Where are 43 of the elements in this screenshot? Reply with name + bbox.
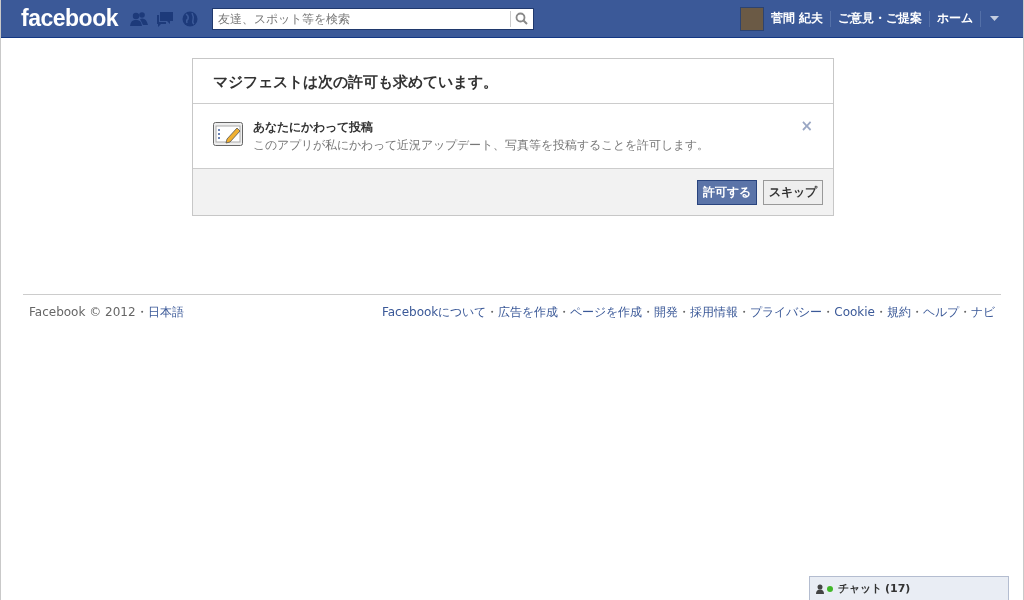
separator: ・ — [822, 305, 835, 319]
separator: ・ — [558, 305, 571, 319]
separator: ・ — [738, 305, 751, 319]
footer-link[interactable]: ヘルプ — [923, 305, 959, 319]
footer-link[interactable]: 採用情報 — [690, 305, 739, 319]
separator: ・ — [486, 305, 499, 319]
globe-icon[interactable] — [182, 10, 198, 27]
chat-label: チャット — [838, 581, 882, 596]
separator: ・ — [135, 305, 148, 319]
language-link[interactable]: 日本語 — [147, 305, 184, 319]
avatar[interactable] — [739, 6, 764, 31]
permission-description: このアプリが私にかわって近況アップデート、写真等を投稿することを許可します。 — [253, 137, 710, 154]
friends-icon[interactable] — [130, 10, 148, 27]
allow-button[interactable]: 許可する — [697, 180, 757, 205]
footer-link[interactable]: 広告を作成 — [498, 305, 559, 319]
nav-link[interactable]: ご意見・ご提案 — [838, 10, 922, 27]
caret-icon[interactable] — [990, 16, 999, 21]
footer-link[interactable]: Facebookについて — [381, 305, 487, 319]
footer-link[interactable]: ナビ — [971, 305, 995, 319]
chat-count: (17) — [885, 582, 911, 595]
footer-link[interactable]: 規約 — [887, 305, 911, 319]
user-name-link[interactable]: 菅間 紀夫 — [770, 10, 823, 27]
search-field[interactable]: 友達、スポット等を検索 — [212, 7, 534, 30]
messages-icon[interactable] — [156, 10, 174, 27]
footer-link[interactable]: ページを作成 — [570, 305, 643, 319]
footer-link[interactable]: 開発 — [654, 305, 679, 319]
separator: ・ — [642, 305, 655, 319]
footer-link[interactable]: Cookie — [834, 305, 875, 319]
skip-button[interactable]: スキップ — [763, 180, 823, 205]
footer-link[interactable]: プライバシー — [750, 305, 823, 319]
facebook-logo[interactable]: facebook — [21, 5, 118, 32]
post-icon — [213, 122, 243, 146]
permission-title: あなたにかわって投稿 — [253, 119, 374, 136]
separator: ・ — [911, 305, 923, 319]
copyright-text: Facebook © 2012 — [29, 305, 136, 319]
search-icon[interactable] — [515, 12, 529, 25]
separator: ・ — [875, 305, 887, 319]
separator: ・ — [959, 305, 971, 319]
separator: ・ — [678, 305, 691, 319]
nav-link[interactable]: ホーム — [937, 10, 973, 27]
person-icon — [816, 583, 824, 594]
dialog-title: マジフェストは次の許可も求めています。 — [193, 59, 833, 104]
chat-bar[interactable]: チャット (17) — [809, 576, 1009, 600]
